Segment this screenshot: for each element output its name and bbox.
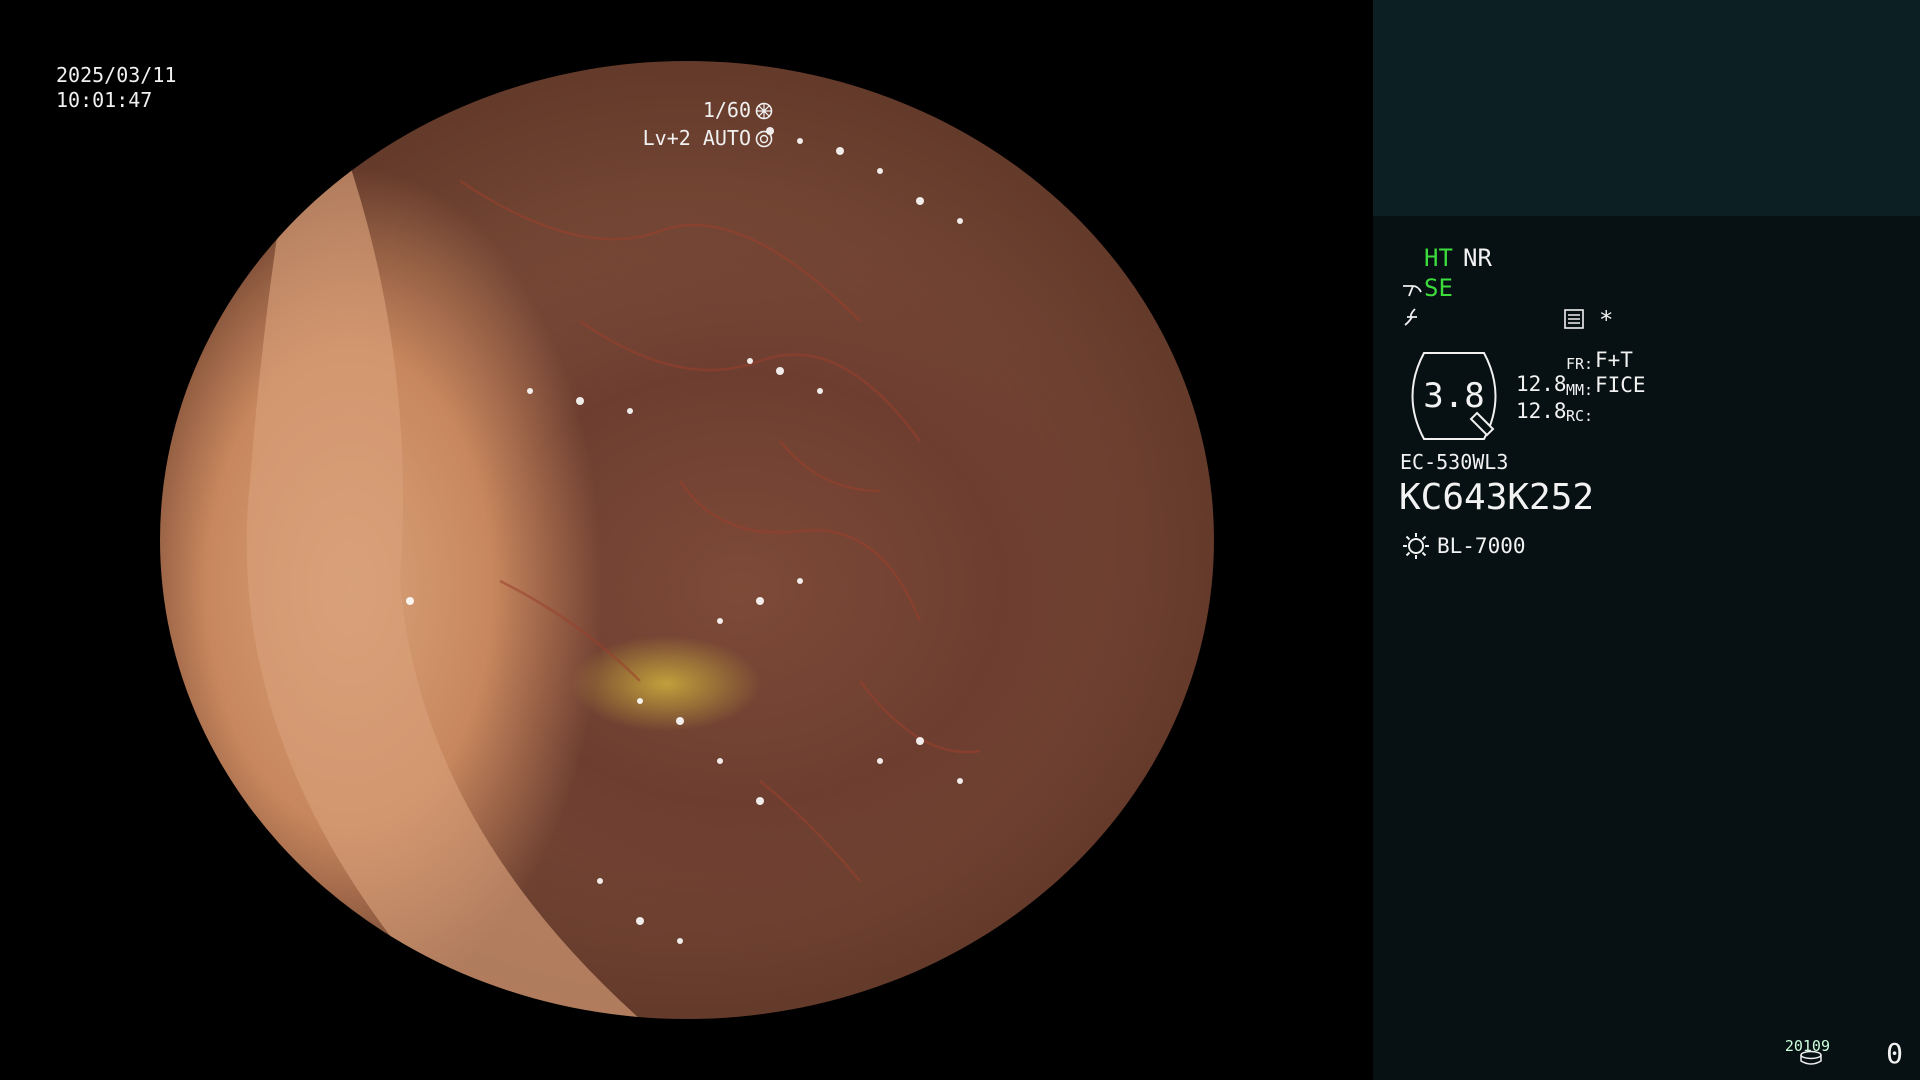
- mucosa-texture: [246, 61, 981, 1019]
- storage-icon: [1800, 1050, 1822, 1065]
- shutter-value: 1/60: [702, 98, 751, 122]
- brightness-level-readout: Lv+2 AUTO: [643, 126, 773, 151]
- zoom-value: 3.8: [1423, 376, 1485, 416]
- rc-label: RC:: [1566, 407, 1594, 425]
- ht-mode: HT: [1424, 244, 1453, 272]
- value-b: 12.8: [1516, 399, 1567, 423]
- mm-label: MM:: [1566, 381, 1594, 399]
- shutter-readout: 1/60: [703, 98, 773, 123]
- light-source-model: BL-7000: [1437, 534, 1526, 558]
- scope-model: EC-530WL3: [1400, 450, 1509, 474]
- lightning-icon: [1404, 308, 1417, 326]
- fr-value: F+T: [1595, 348, 1633, 372]
- scope-tip-icon: [1403, 285, 1422, 297]
- date-readout: 2025/03/11: [56, 63, 177, 87]
- value-a: 12.8: [1516, 372, 1567, 396]
- info-panel: HT NR SE * 3.8 12.8 12.8 FR: F+T MM: FIC…: [1373, 0, 1920, 1080]
- storage-count-value: 0: [1886, 1037, 1903, 1070]
- nr-mode: NR: [1463, 244, 1492, 272]
- se-mode: SE: [1424, 274, 1453, 302]
- zoom-badge: 3.8: [1399, 351, 1509, 441]
- light-source-icon: [1403, 533, 1429, 559]
- menu-icon: [1564, 309, 1584, 329]
- aperture-icon: [755, 130, 773, 147]
- mm-value: FICE: [1595, 373, 1646, 397]
- endoscope-video-area: 2025/03/11 10:01:47 1/60 Lv+2 AUTO: [0, 0, 1373, 1080]
- time-readout: 10:01:47: [56, 88, 153, 112]
- scope-serial: KC643K252: [1399, 477, 1595, 518]
- endoscopic-image: [160, 61, 1214, 1019]
- level-value: Lv+2 AUTO: [642, 126, 751, 150]
- fr-label: FR:: [1566, 355, 1594, 373]
- asterisk-indicator: *: [1599, 306, 1614, 334]
- info-panel-header: [1373, 0, 1920, 216]
- shutter-icon: [755, 102, 773, 119]
